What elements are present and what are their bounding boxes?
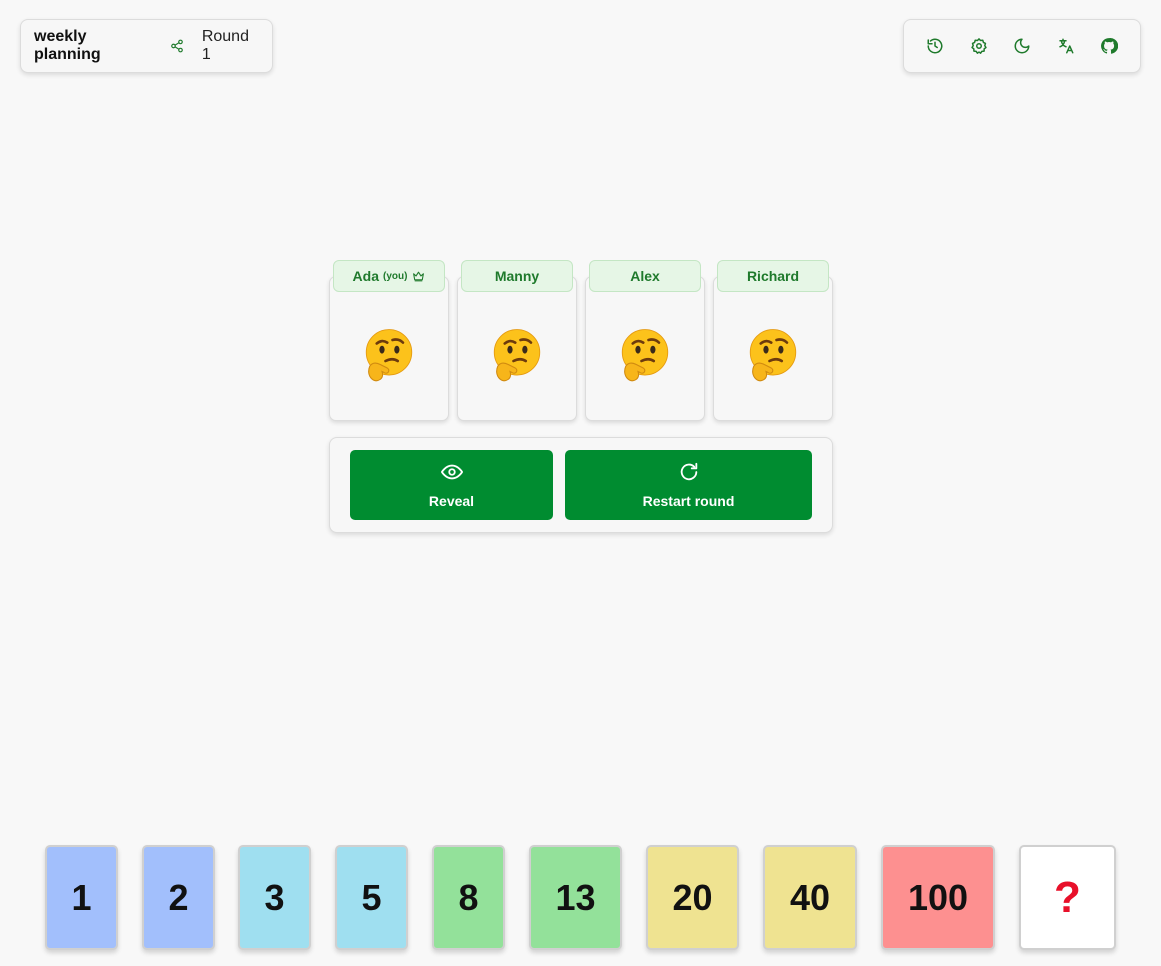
player-name: Ada xyxy=(352,268,379,284)
you-label: (you) xyxy=(383,270,408,282)
vote-card[interactable]: 40 xyxy=(763,845,857,950)
vote-card[interactable]: 8 xyxy=(432,845,505,950)
player-name: Richard xyxy=(746,268,800,284)
translate-icon[interactable] xyxy=(1055,35,1077,57)
player-vote-card xyxy=(713,276,833,421)
thinking-face-icon xyxy=(749,328,797,381)
player-vote-card xyxy=(585,276,705,421)
toolbar xyxy=(903,19,1141,73)
dark-mode-icon[interactable] xyxy=(1011,35,1033,57)
vote-card[interactable]: 5 xyxy=(335,845,408,950)
vote-card[interactable]: 3 xyxy=(238,845,311,950)
player-card-alex: Alex xyxy=(585,260,705,422)
player-name: Manny xyxy=(494,268,540,284)
player-vote-card xyxy=(457,276,577,421)
eye-icon xyxy=(440,464,463,480)
player-card-manny: Manny xyxy=(457,260,577,422)
player-name-tag: Alex xyxy=(589,260,701,292)
vote-card[interactable]: 2 xyxy=(142,845,215,950)
player-card-richard: Richard xyxy=(713,260,833,422)
vote-card[interactable]: 13 xyxy=(529,845,622,950)
round-actions: Reveal Restart round xyxy=(329,437,833,533)
player-name-tag: Manny xyxy=(461,260,573,292)
player-name-tag: Richard xyxy=(717,260,829,292)
vote-card[interactable]: 1 xyxy=(45,845,118,950)
refresh-icon xyxy=(680,462,697,481)
session-panel: weekly planning Round 1 xyxy=(20,19,273,73)
vote-card-unsure[interactable]: ? xyxy=(1019,845,1116,950)
restart-round-button[interactable]: Restart round xyxy=(565,450,812,520)
player-name: Alex xyxy=(630,268,660,284)
session-title: weekly planning xyxy=(34,28,101,63)
player-name-tag: Ada (you) xyxy=(333,260,445,292)
vote-card[interactable]: 20 xyxy=(646,845,739,950)
thinking-face-icon xyxy=(621,328,669,381)
player-card-ada: Ada (you) xyxy=(329,260,449,422)
settings-icon[interactable] xyxy=(968,35,990,57)
crown-icon xyxy=(412,270,425,283)
reveal-button[interactable]: Reveal xyxy=(350,450,553,520)
vote-card[interactable]: 100 xyxy=(881,845,995,950)
thinking-face-icon xyxy=(365,328,413,381)
reveal-label: Reveal xyxy=(428,493,475,509)
round-indicator: Round 1 xyxy=(201,28,249,63)
share-icon[interactable] xyxy=(170,39,184,53)
history-icon[interactable] xyxy=(924,35,946,57)
thinking-face-icon xyxy=(493,328,541,381)
github-icon[interactable] xyxy=(1098,35,1120,57)
restart-label: Restart round xyxy=(642,493,735,509)
player-vote-card xyxy=(329,276,449,421)
